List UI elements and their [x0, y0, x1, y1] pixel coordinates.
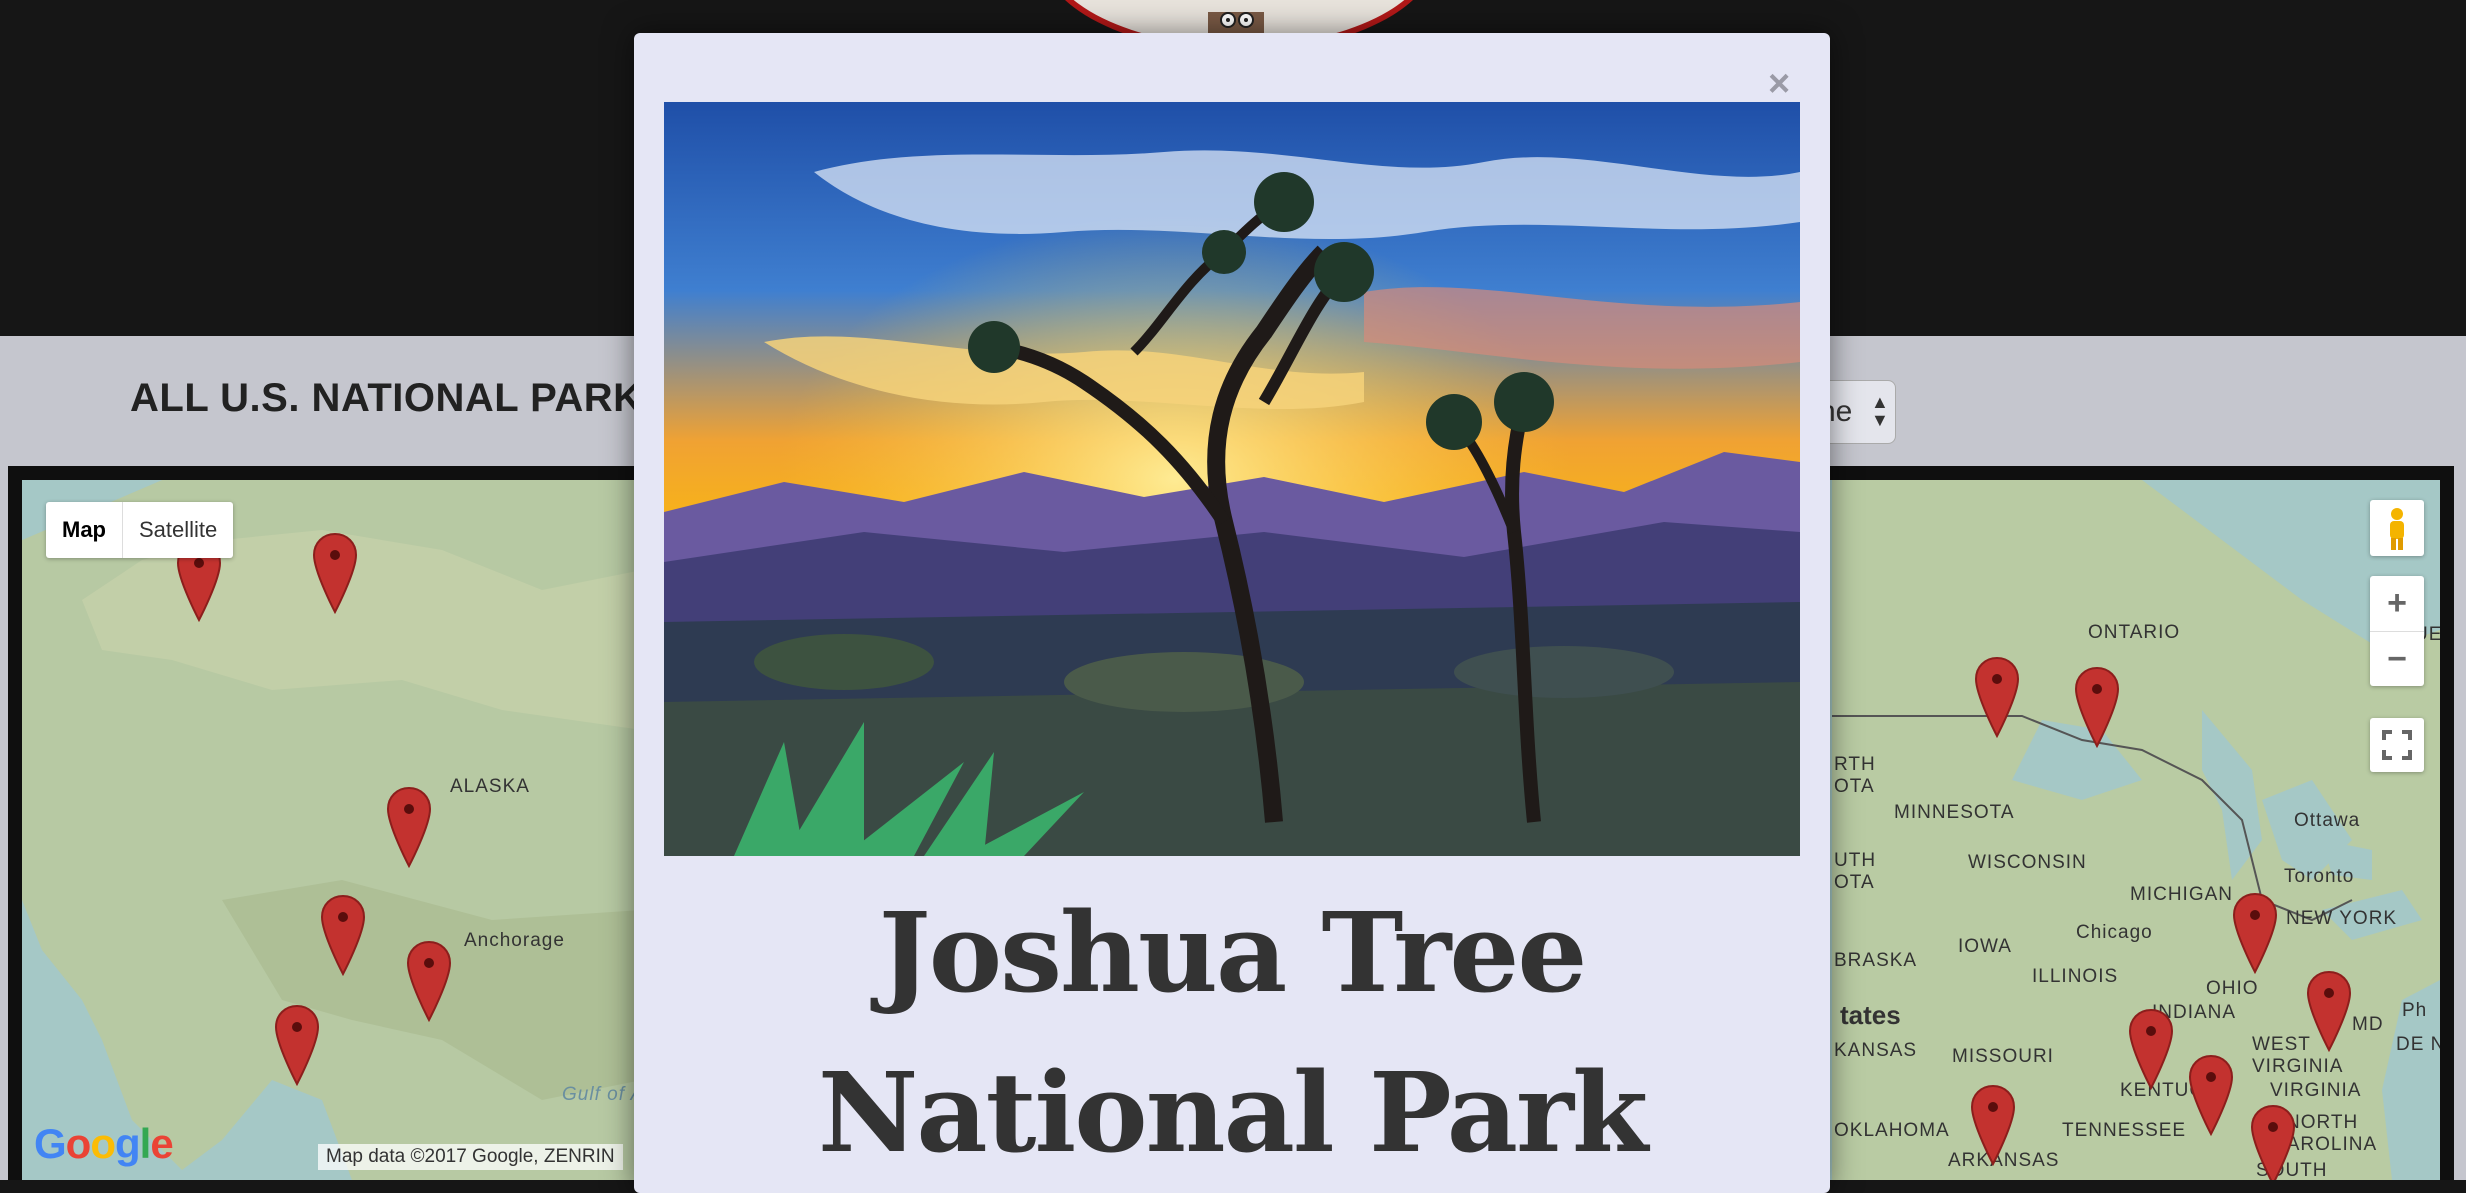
map-label-md: MD [2352, 1014, 2384, 1035]
google-logo[interactable]: Google [34, 1120, 174, 1168]
map-label-kansas: KANSAS [1834, 1040, 1918, 1061]
map-label-rth: RTH [1834, 754, 1876, 775]
map-pin-icon[interactable] [2074, 666, 2120, 748]
map-label-de-nj: DE NJ [2396, 1034, 2440, 1055]
park-title: Joshua Tree National Park [817, 888, 1648, 1177]
map-pin-icon[interactable] [320, 894, 366, 976]
map-pin-icon[interactable] [1970, 1084, 2016, 1166]
map-label-chicago: Chicago [2076, 922, 2153, 943]
map-pin-icon[interactable] [1974, 656, 2020, 738]
map-label-tennessee: TENNESSEE [2062, 1120, 2187, 1141]
map-pin-icon[interactable] [274, 1004, 320, 1086]
map-label-missouri: MISSOURI [1952, 1046, 2054, 1067]
zoom-in-button[interactable]: + [2370, 576, 2424, 631]
map-attribution[interactable]: Map data ©2017 Google, ZENRIN [318, 1144, 623, 1170]
map-pin-icon[interactable] [2306, 970, 2352, 1052]
map-type-satellite-button[interactable]: Satellite [123, 502, 233, 558]
map-label-braska: BRASKA [1834, 950, 1918, 971]
map-type-map-button[interactable]: Map [46, 502, 123, 558]
map-label-wisconsin: WISCONSIN [1968, 852, 2087, 873]
map-label-illinois: ILLINOIS [2032, 966, 2119, 987]
map-label-ontario: ONTARIO [2088, 622, 2181, 643]
map-pin-icon[interactable] [2250, 1104, 2296, 1180]
map-label-virginia-w: VIRGINIA [2252, 1056, 2344, 1077]
map-label-new-york: NEW YORK [2286, 908, 2398, 929]
map-label-west: WEST [2252, 1034, 2311, 1055]
close-icon[interactable]: × [1768, 63, 1790, 106]
map-label-anchorage: Anchorage [464, 930, 565, 951]
map-pin-icon[interactable] [406, 940, 452, 1022]
map-label-minnesota: MINNESOTA [1894, 802, 2015, 823]
map-label-uth: UTH [1834, 850, 1877, 871]
map-label-toronto: Toronto [2284, 866, 2355, 887]
pegman-icon[interactable] [2370, 500, 2424, 556]
map-label-michigan: MICHIGAN [2130, 884, 2233, 905]
map-label-states: tates [1840, 1000, 1901, 1030]
map-label-iowa: IOWA [1958, 936, 2012, 957]
map-label-ota: OTA [1834, 776, 1875, 797]
map-label-ottawa: Ottawa [2294, 810, 2361, 831]
map-type-control: Map Satellite [46, 502, 234, 558]
map-pin-icon[interactable] [2232, 892, 2278, 974]
map-pin-icon[interactable] [386, 786, 432, 868]
map-label-oklahoma: OKLAHOMA [1834, 1120, 1950, 1141]
map-label-ohio: OHIO [2206, 978, 2259, 999]
map-label-virginia: VIRGINIA [2270, 1080, 2362, 1101]
zoom-out-button[interactable]: − [2370, 632, 2424, 687]
park-modal: × Joshua Tree National Park [634, 33, 1830, 1193]
park-photo [664, 102, 1800, 856]
map-label-gulf: Gulf of A [562, 1084, 645, 1105]
map-label-alaska: ALASKA [450, 776, 530, 797]
map-label-ph: Ph [2402, 1000, 2428, 1021]
map-pin-icon[interactable] [312, 532, 358, 614]
sort-arrows-icon: ▲ ▼ [1871, 392, 1889, 430]
section-title: ALL U.S. NATIONAL PARKS [130, 376, 670, 420]
map-pin-icon[interactable] [2128, 1008, 2174, 1090]
map-label-north: NORTH [2286, 1112, 2359, 1133]
map-label-ota-2: OTA [1834, 872, 1875, 893]
fullscreen-icon[interactable] [2370, 718, 2424, 772]
map-pin-icon[interactable] [2188, 1054, 2234, 1136]
zoom-control: + − [2370, 576, 2424, 686]
